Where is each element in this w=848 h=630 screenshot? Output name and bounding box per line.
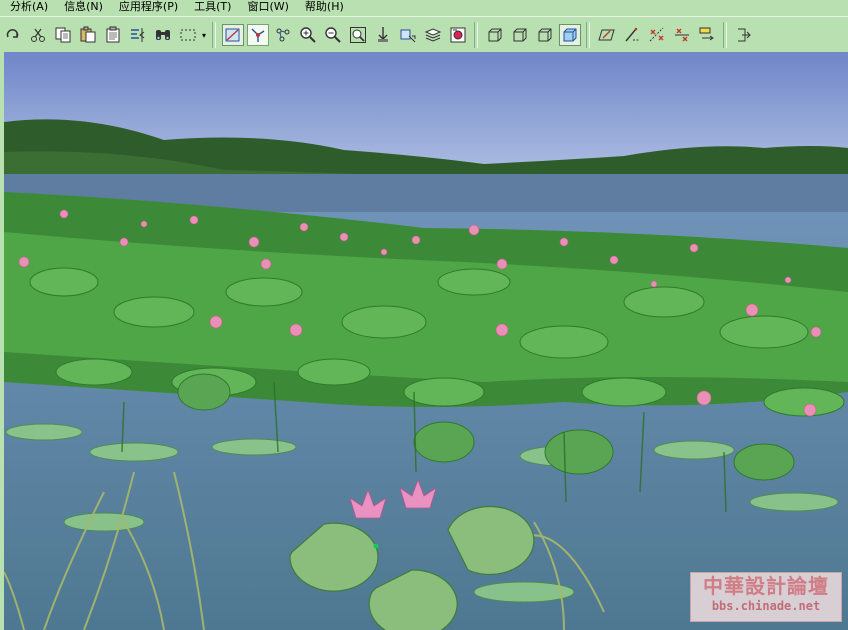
- zoom-window-icon[interactable]: [347, 24, 369, 46]
- view-right-icon[interactable]: [509, 24, 531, 46]
- cut-icon[interactable]: [27, 24, 49, 46]
- view-shaded-icon[interactable]: [558, 24, 581, 46]
- zoom-out-icon[interactable]: [322, 24, 344, 46]
- toolbar-separator: [474, 22, 478, 48]
- toolbar-separator: [586, 22, 590, 48]
- forum-watermark: 中華設計論壇 bbs.chinade.net: [690, 572, 842, 622]
- menu-help[interactable]: 帮助(H): [295, 0, 350, 14]
- pick-face-icon[interactable]: [397, 24, 419, 46]
- split-icon[interactable]: [671, 24, 693, 46]
- pan-icon[interactable]: [372, 24, 394, 46]
- toolbar-separator: [723, 22, 727, 48]
- mirror-icon[interactable]: [127, 24, 149, 46]
- point-snap-icon[interactable]: [246, 24, 269, 46]
- toolbar-separator: [212, 22, 216, 48]
- paste-icon[interactable]: [77, 24, 99, 46]
- find-icon[interactable]: [152, 24, 174, 46]
- node-edit-icon[interactable]: [272, 24, 294, 46]
- more-tools-icon[interactable]: [733, 24, 755, 46]
- select-box-icon[interactable]: [177, 24, 199, 46]
- menu-tools[interactable]: 工具(T): [184, 0, 237, 14]
- redo-icon[interactable]: [2, 24, 24, 46]
- menu-info[interactable]: 信息(N): [54, 0, 109, 14]
- layer-stack-icon[interactable]: [422, 24, 444, 46]
- watermark-title: 中華設計論壇: [703, 574, 829, 598]
- trim-icon[interactable]: [646, 24, 668, 46]
- menu-bar: 分析(A) 信息(N) 应用程序(P) 工具(T) 窗口(W) 帮助(H): [0, 0, 848, 14]
- view-front-icon[interactable]: [484, 24, 506, 46]
- render-icon[interactable]: [447, 24, 469, 46]
- zoom-in-icon[interactable]: [297, 24, 319, 46]
- watermark-url: bbs.chinade.net: [711, 599, 821, 613]
- select-dropdown-icon[interactable]: ▾: [200, 24, 208, 46]
- graphics-viewport[interactable]: [4, 52, 848, 630]
- menu-applications[interactable]: 应用程序(P): [109, 0, 184, 14]
- sketch-plane-icon[interactable]: [596, 24, 618, 46]
- copy-icon[interactable]: [52, 24, 74, 46]
- view-iso-icon[interactable]: [534, 24, 556, 46]
- menu-window[interactable]: 窗口(W): [237, 0, 294, 14]
- dimension-icon[interactable]: [696, 24, 718, 46]
- main-toolbar: ▾: [0, 16, 848, 54]
- menu-analysis[interactable]: 分析(A): [0, 0, 54, 14]
- lotus-pond-image: [4, 52, 848, 630]
- line-icon[interactable]: [621, 24, 643, 46]
- clipboard-icon[interactable]: [102, 24, 124, 46]
- tangent-plane-icon[interactable]: [221, 24, 244, 46]
